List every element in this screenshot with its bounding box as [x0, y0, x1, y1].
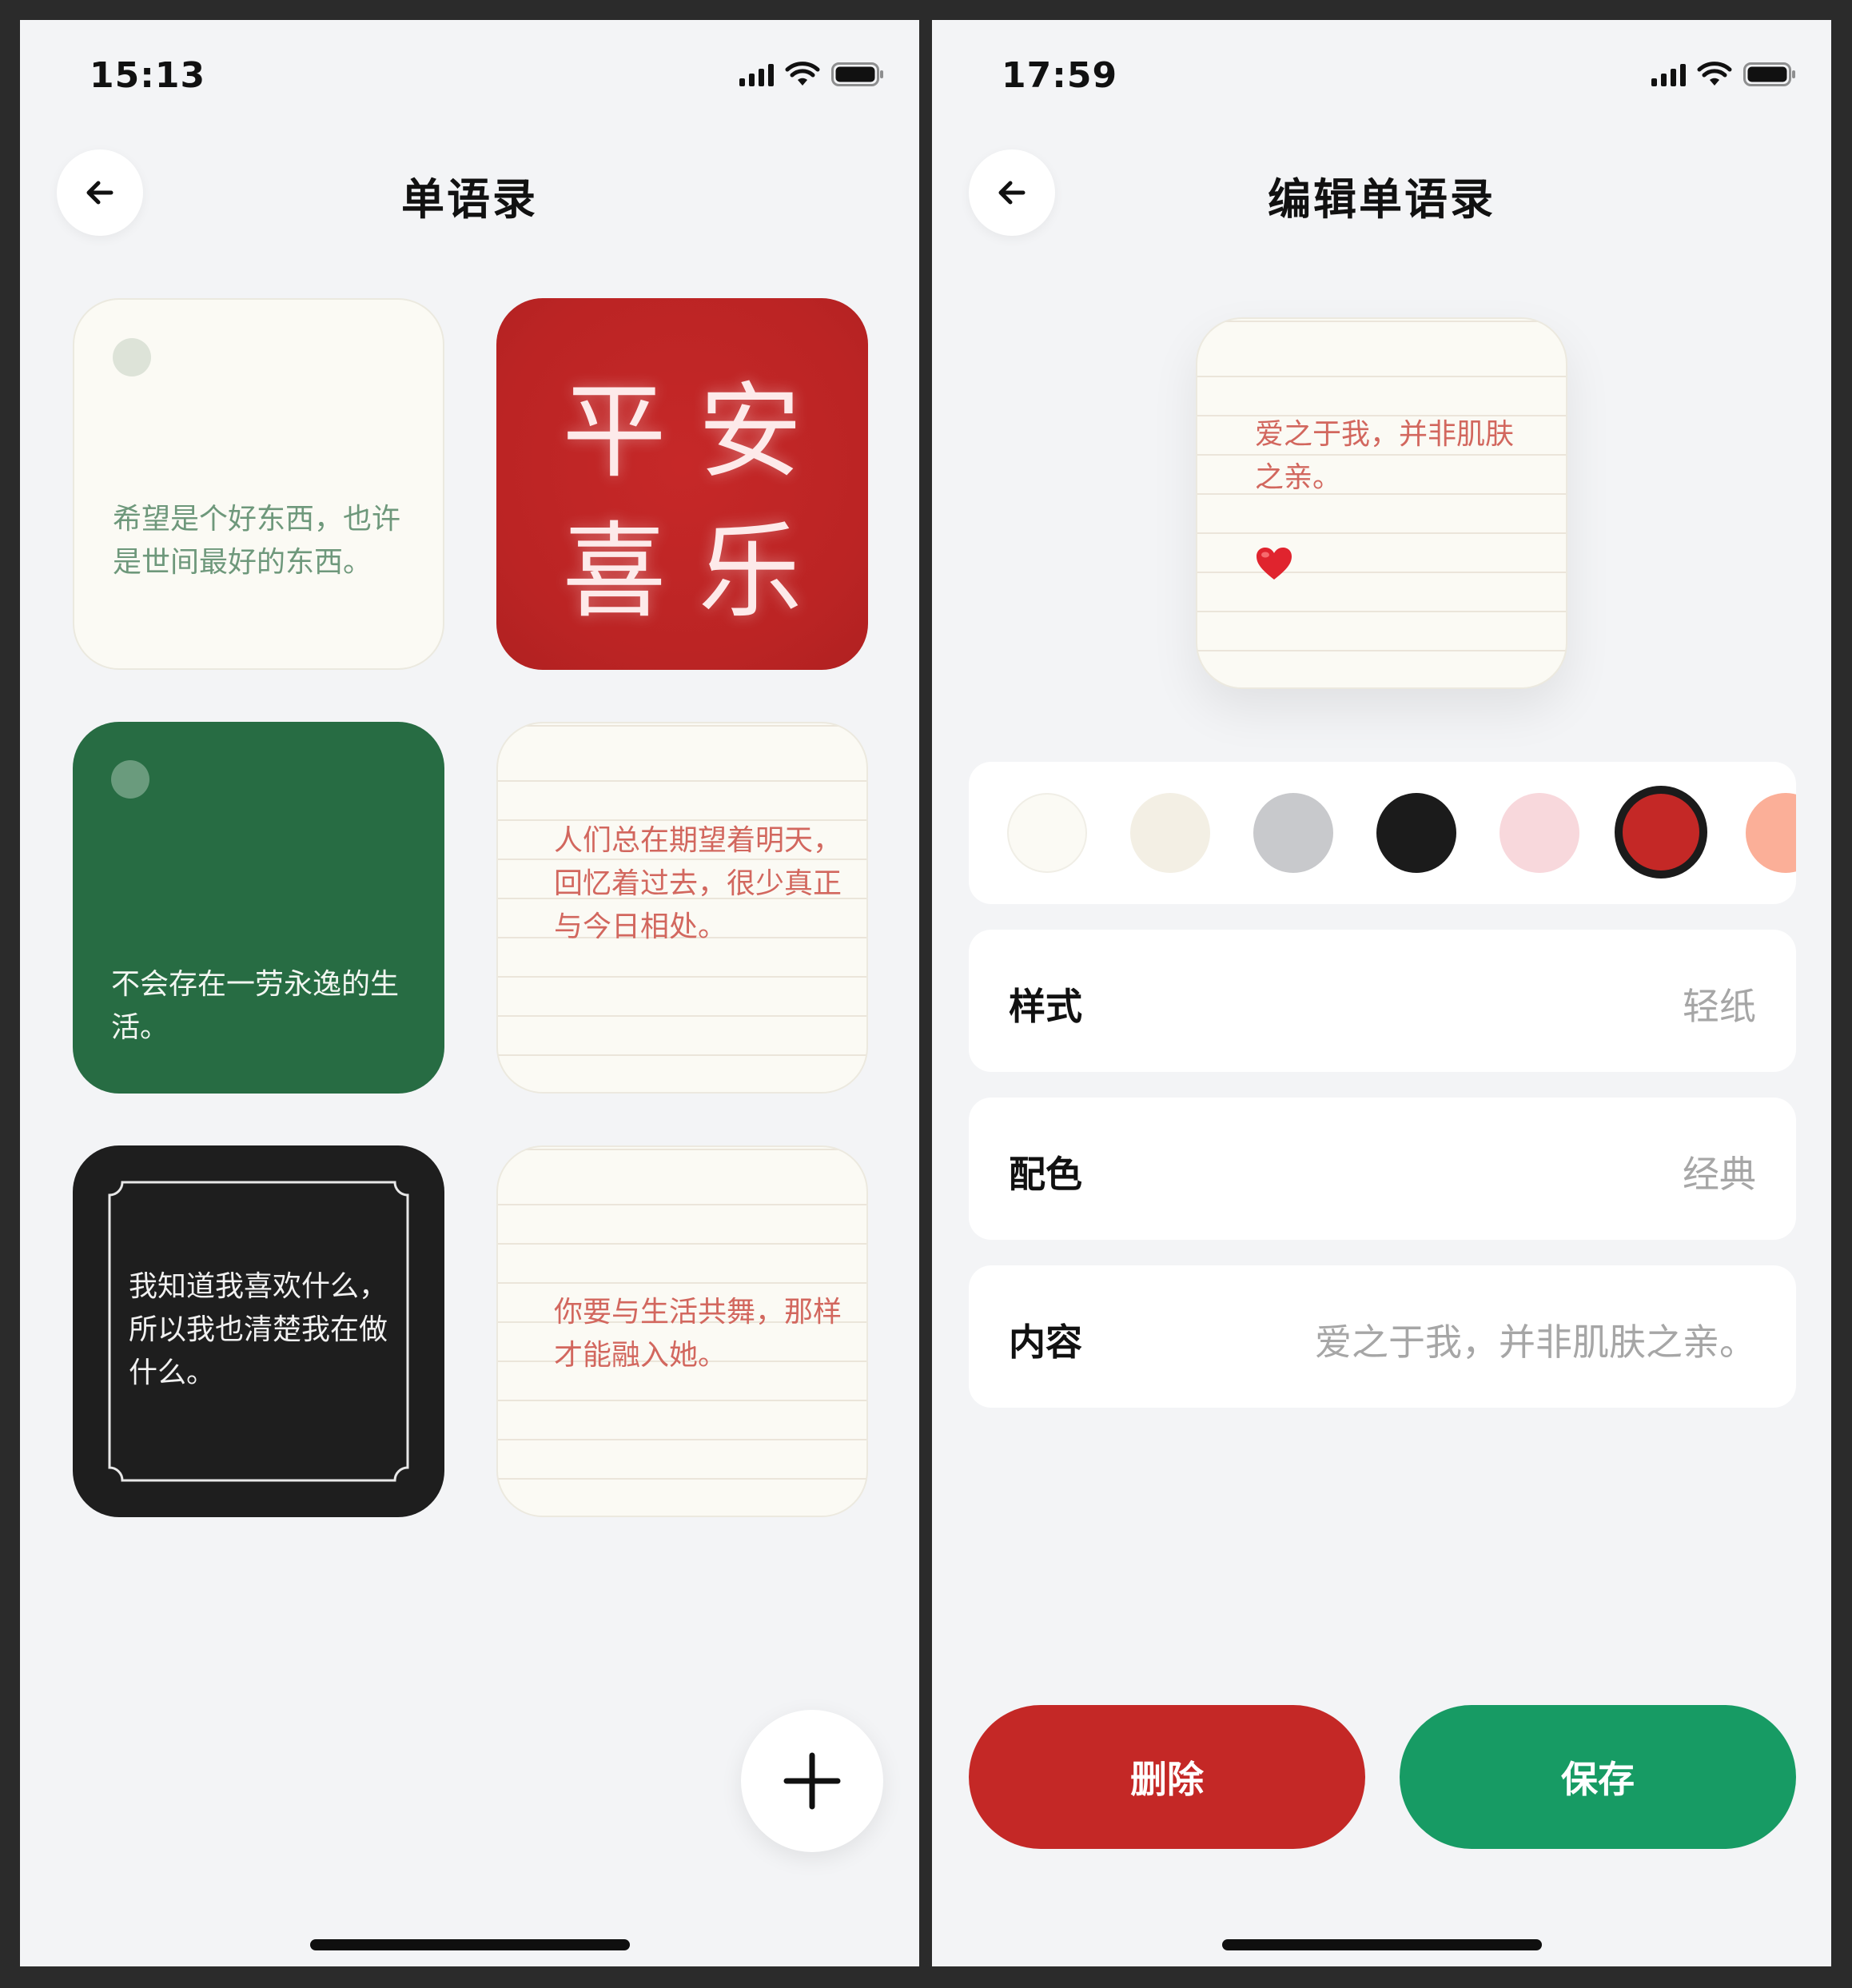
row-label: 配色: [1009, 1153, 1082, 1196]
content-row[interactable]: 内容 爱之于我，并非肌肤之亲。: [969, 1265, 1796, 1408]
wifi-icon: [1697, 62, 1732, 86]
quote-char: 喜: [562, 511, 667, 632]
quote-char: 乐: [698, 511, 803, 632]
content-value[interactable]: 爱之于我，并非肌肤之亲。: [1315, 1313, 1756, 1366]
quote-text: 你要与生活共舞，那样才能融入她。: [554, 1296, 842, 1372]
home-indicator: [1222, 1939, 1542, 1950]
plus-icon: [783, 1752, 841, 1810]
status-time: 15:13: [90, 55, 206, 96]
quote-card[interactable]: 人们总在期望着明天，回忆着过去，很少真正与今日相处。: [496, 722, 868, 1094]
row-value: 经典: [1683, 1153, 1756, 1196]
battery-icon: [831, 62, 883, 86]
color-swatch-selected[interactable]: [1615, 786, 1707, 878]
color-swatch[interactable]: [1253, 793, 1333, 873]
add-quote-button[interactable]: [741, 1710, 883, 1852]
wifi-icon: [785, 62, 820, 86]
color-swatch[interactable]: [1376, 793, 1456, 873]
quote-text: 人们总在期望着明天，回忆着过去，很少真正与今日相处。: [554, 824, 842, 943]
quote-card[interactable]: 你要与生活共舞，那样才能融入她。: [496, 1145, 868, 1517]
color-palette: [969, 762, 1796, 904]
delete-button[interactable]: 删除: [969, 1705, 1365, 1849]
color-swatch[interactable]: [1007, 793, 1087, 873]
cellular-signal-icon: [1651, 62, 1686, 86]
card-dot: [111, 760, 149, 799]
quote-card[interactable]: 平 安 喜 乐: [496, 298, 868, 670]
quote-text: 我知道我喜欢什么，所以我也清楚我在做什么。: [129, 1270, 388, 1389]
color-swatch[interactable]: [1500, 793, 1579, 873]
card-dot: [113, 338, 151, 376]
quote-card[interactable]: 我知道我喜欢什么，所以我也清楚我在做什么。: [73, 1145, 444, 1517]
page-title: 单语录: [401, 174, 538, 225]
save-button[interactable]: 保存: [1400, 1705, 1796, 1849]
status-icons: [1651, 62, 1796, 87]
quote-list-screen: 15:13 单语录 希望是个好东西，也许是世间最好的东西。 平 安 喜 乐 不会…: [20, 20, 919, 1966]
preview-text: 爱之于我，并非肌肤之亲。: [1255, 418, 1515, 494]
cellular-signal-icon: [739, 62, 774, 86]
status-icons: [739, 62, 884, 87]
quote-text: 希望是个好东西，也许是世间最好的东西。: [113, 503, 401, 579]
color-swatch[interactable]: [1130, 793, 1210, 873]
color-scheme-row[interactable]: 配色 经典: [969, 1098, 1796, 1240]
row-label: 内容: [1009, 1321, 1082, 1364]
page-title: 编辑单语录: [1268, 174, 1496, 225]
style-row[interactable]: 样式 轻纸: [969, 930, 1796, 1072]
battery-icon: [1743, 62, 1795, 86]
color-swatch[interactable]: [1746, 793, 1796, 873]
quote-text: 不会存在一劳永逸的生活。: [111, 968, 400, 1044]
home-indicator: [310, 1939, 630, 1950]
heart-icon: [1257, 548, 1292, 580]
status-time: 17:59: [1002, 55, 1118, 96]
quote-card[interactable]: 希望是个好东西，也许是世间最好的东西。: [73, 298, 444, 670]
quote-preview-card: 爱之于我，并非肌肤之亲。: [1196, 317, 1567, 689]
edit-quote-screen: 17:59 编辑单语录 爱之于我，并非肌肤之亲。 样式 轻纸 配色 经典 内容 …: [932, 20, 1831, 1966]
row-label: 样式: [1009, 985, 1082, 1028]
quote-big-characters: 平 安 喜 乐: [496, 362, 868, 642]
quote-char: 安: [698, 371, 803, 492]
quote-card[interactable]: 不会存在一劳永逸的生活。: [73, 722, 444, 1094]
quote-char: 平: [562, 371, 667, 492]
row-value: 轻纸: [1683, 985, 1756, 1028]
